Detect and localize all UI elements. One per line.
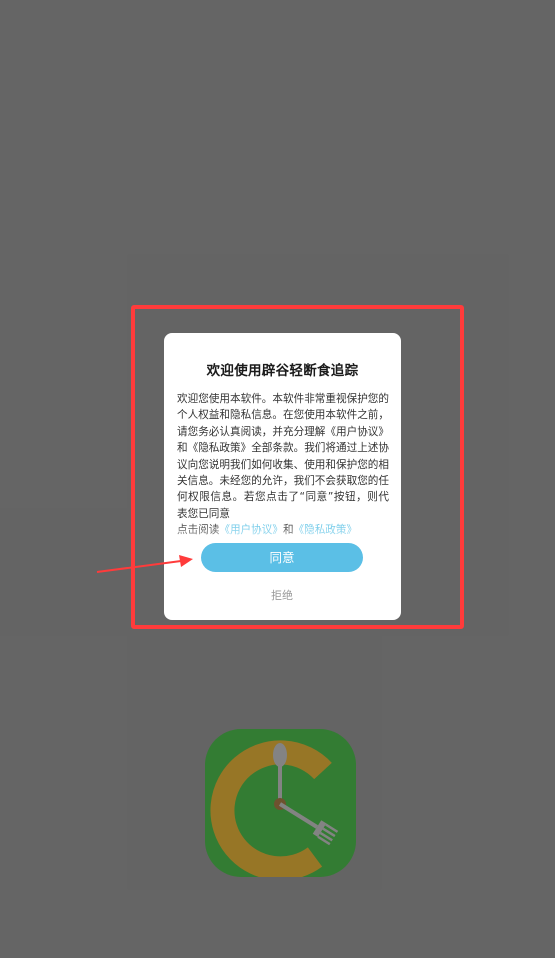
annotation-highlight-box [131, 305, 464, 629]
annotation-arrow-icon [96, 555, 193, 573]
